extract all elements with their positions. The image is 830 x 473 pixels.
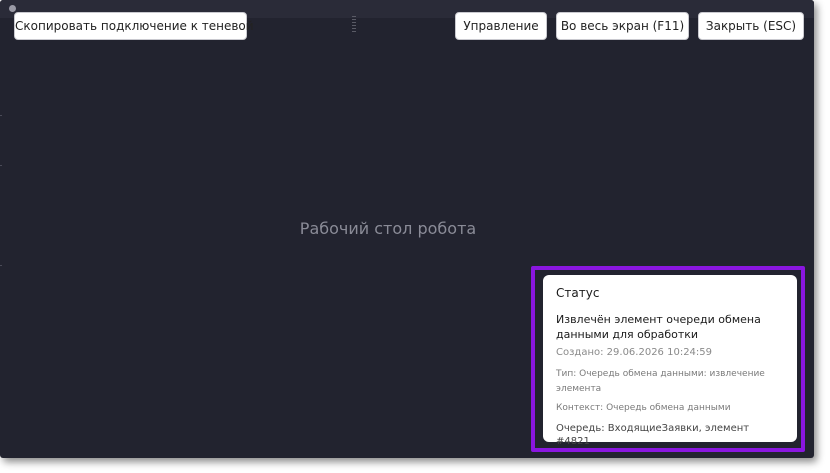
remote-desktop-viewer: Скопировать подключение к теневой Управл… [0, 0, 814, 458]
status-type: Тип: Очередь обмена данными: извлечение … [556, 369, 765, 394]
close-button[interactable]: Закрыть (ESC) [698, 12, 804, 40]
fullscreen-button[interactable]: Во весь экран (F11) [556, 12, 689, 40]
status-message: Извлечён элемент очереди обмена данными … [556, 313, 761, 341]
window-dot-icon [9, 5, 16, 12]
status-card: Статус Извлечён элемент очереди обмена д… [543, 275, 797, 447]
status-context: Контекст: Очередь обмена данными [556, 403, 731, 413]
status-created: Создано: 29.06.2026 10:24:59 [556, 347, 713, 358]
status-queue: Очередь: ВходящиеЗаявки, элемент #4821 [556, 423, 750, 447]
robot-desktop-label: Рабочий стол робота [299, 219, 477, 238]
manage-button[interactable]: Управление [455, 12, 547, 40]
status-title: Статус [556, 286, 600, 300]
edge-tick [0, 265, 2, 266]
copy-shadow-connection-button[interactable]: Скопировать подключение к теневой [14, 12, 254, 40]
drag-handle-icon[interactable] [352, 16, 356, 34]
edge-tick [0, 165, 2, 166]
edge-tick [0, 115, 2, 116]
